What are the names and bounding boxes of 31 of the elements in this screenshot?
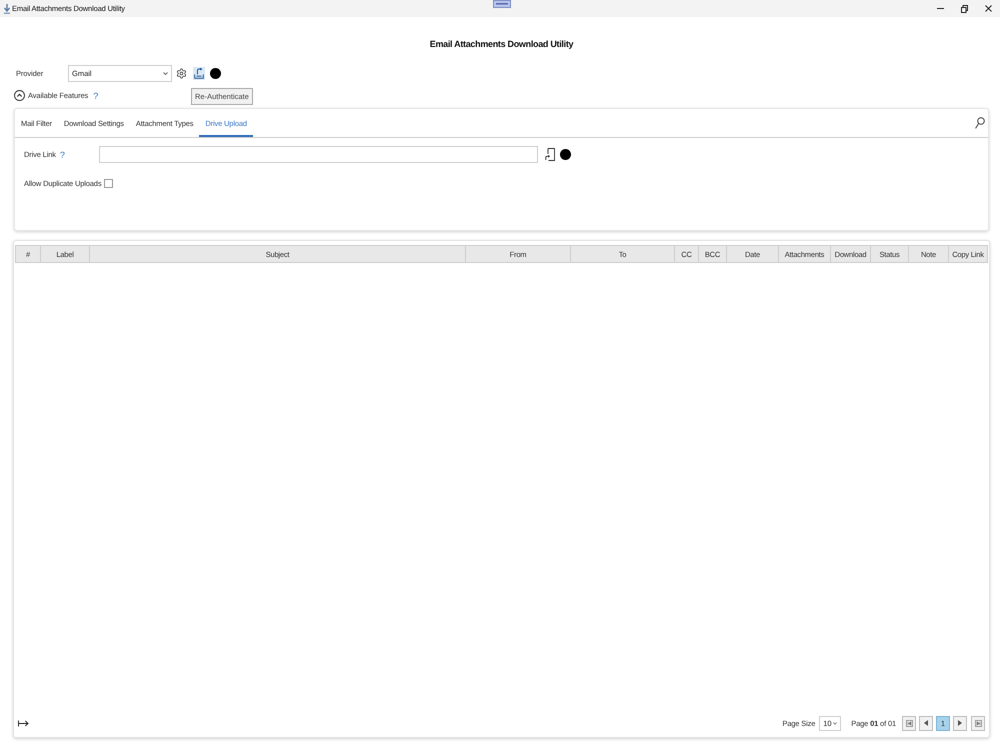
next-page-button[interactable] [953, 716, 967, 730]
download-arrow-icon [4, 4, 10, 14]
close-icon [984, 5, 992, 12]
file-arrow-icon[interactable] [545, 148, 555, 161]
minimize-icon [936, 8, 944, 9]
last-page-icon [974, 720, 982, 726]
arrow-bar-icon[interactable] [18, 720, 29, 726]
handle-icon[interactable] [493, 0, 511, 8]
checkbox[interactable] [104, 179, 114, 188]
chevron-circle-icon[interactable] [14, 90, 25, 101]
first-page-icon [906, 720, 912, 726]
caret-icon [163, 72, 168, 75]
caret-icon [833, 722, 838, 724]
tray-arrow-icon [194, 68, 204, 79]
last-page-button[interactable] [971, 716, 985, 730]
triangle-left-icon [924, 720, 928, 726]
dot-icon [210, 68, 221, 79]
search-button[interactable] [975, 117, 985, 129]
search-icon [975, 117, 985, 129]
help-mark[interactable]: ? [93, 90, 98, 100]
restore-icon [960, 4, 968, 12]
input-field[interactable] [99, 146, 538, 163]
settings-icon [176, 68, 187, 79]
re-authenticate-button[interactable] [193, 67, 205, 80]
triangle-right-icon [958, 720, 962, 726]
previous-page-button[interactable] [919, 716, 933, 730]
settings-button[interactable] [175, 67, 188, 80]
dot-icon [560, 149, 571, 160]
help-mark[interactable]: ? [60, 150, 65, 160]
page-heading: Email Attachments Download Utility [428, 38, 574, 50]
first-page-button[interactable] [902, 716, 916, 730]
